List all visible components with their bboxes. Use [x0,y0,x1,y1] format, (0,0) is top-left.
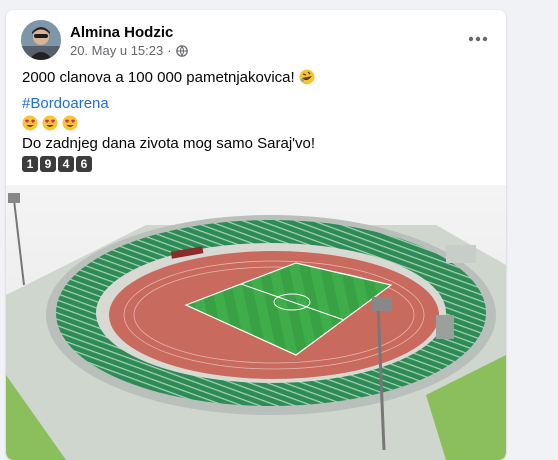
post-line-3: Do zadnjeg dana zivota mog samo Saraj'vo… [22,135,316,152]
post-text-1: 2000 clanova a 100 000 pametnjakovica! [22,69,295,86]
post-meta: 20. May u 15:23 · [70,43,188,58]
avatar[interactable] [21,20,61,60]
post-card: Almina Hodzic 20. May u 15:23 · 2000 cla… [6,10,506,460]
keycap-digit: 6 [76,156,92,172]
globe-icon[interactable] [175,44,188,57]
post-image[interactable] [6,185,506,460]
rolling-laughing-emoji-icon [299,69,315,85]
page-scrollbar[interactable] [550,0,558,460]
post-line-1: 2000 clanova a 100 000 pametnjakovica! [22,68,315,88]
post-date[interactable]: 20. May u 15:23 [70,43,163,58]
emoji-row [22,114,78,134]
meta-separator: · [167,43,172,58]
heart-eyes-emoji-icon [42,115,58,131]
keycap-digit: 1 [22,156,38,172]
author-name[interactable]: Almina Hodzic [70,24,173,41]
keycap-digit: 4 [58,156,74,172]
hashtag-link[interactable]: #Bordoarena [22,95,109,112]
keycap-row: 1946 [22,154,94,174]
more-options-button[interactable] [460,25,496,53]
more-horizontal-icon [468,36,488,42]
keycap-digit: 9 [40,156,56,172]
heart-eyes-emoji-icon [22,115,38,131]
stadium-render-image [6,185,506,460]
heart-eyes-emoji-icon [62,115,78,131]
post-hashtag-line: #Bordoarena [22,94,109,114]
avatar-image [21,20,61,60]
